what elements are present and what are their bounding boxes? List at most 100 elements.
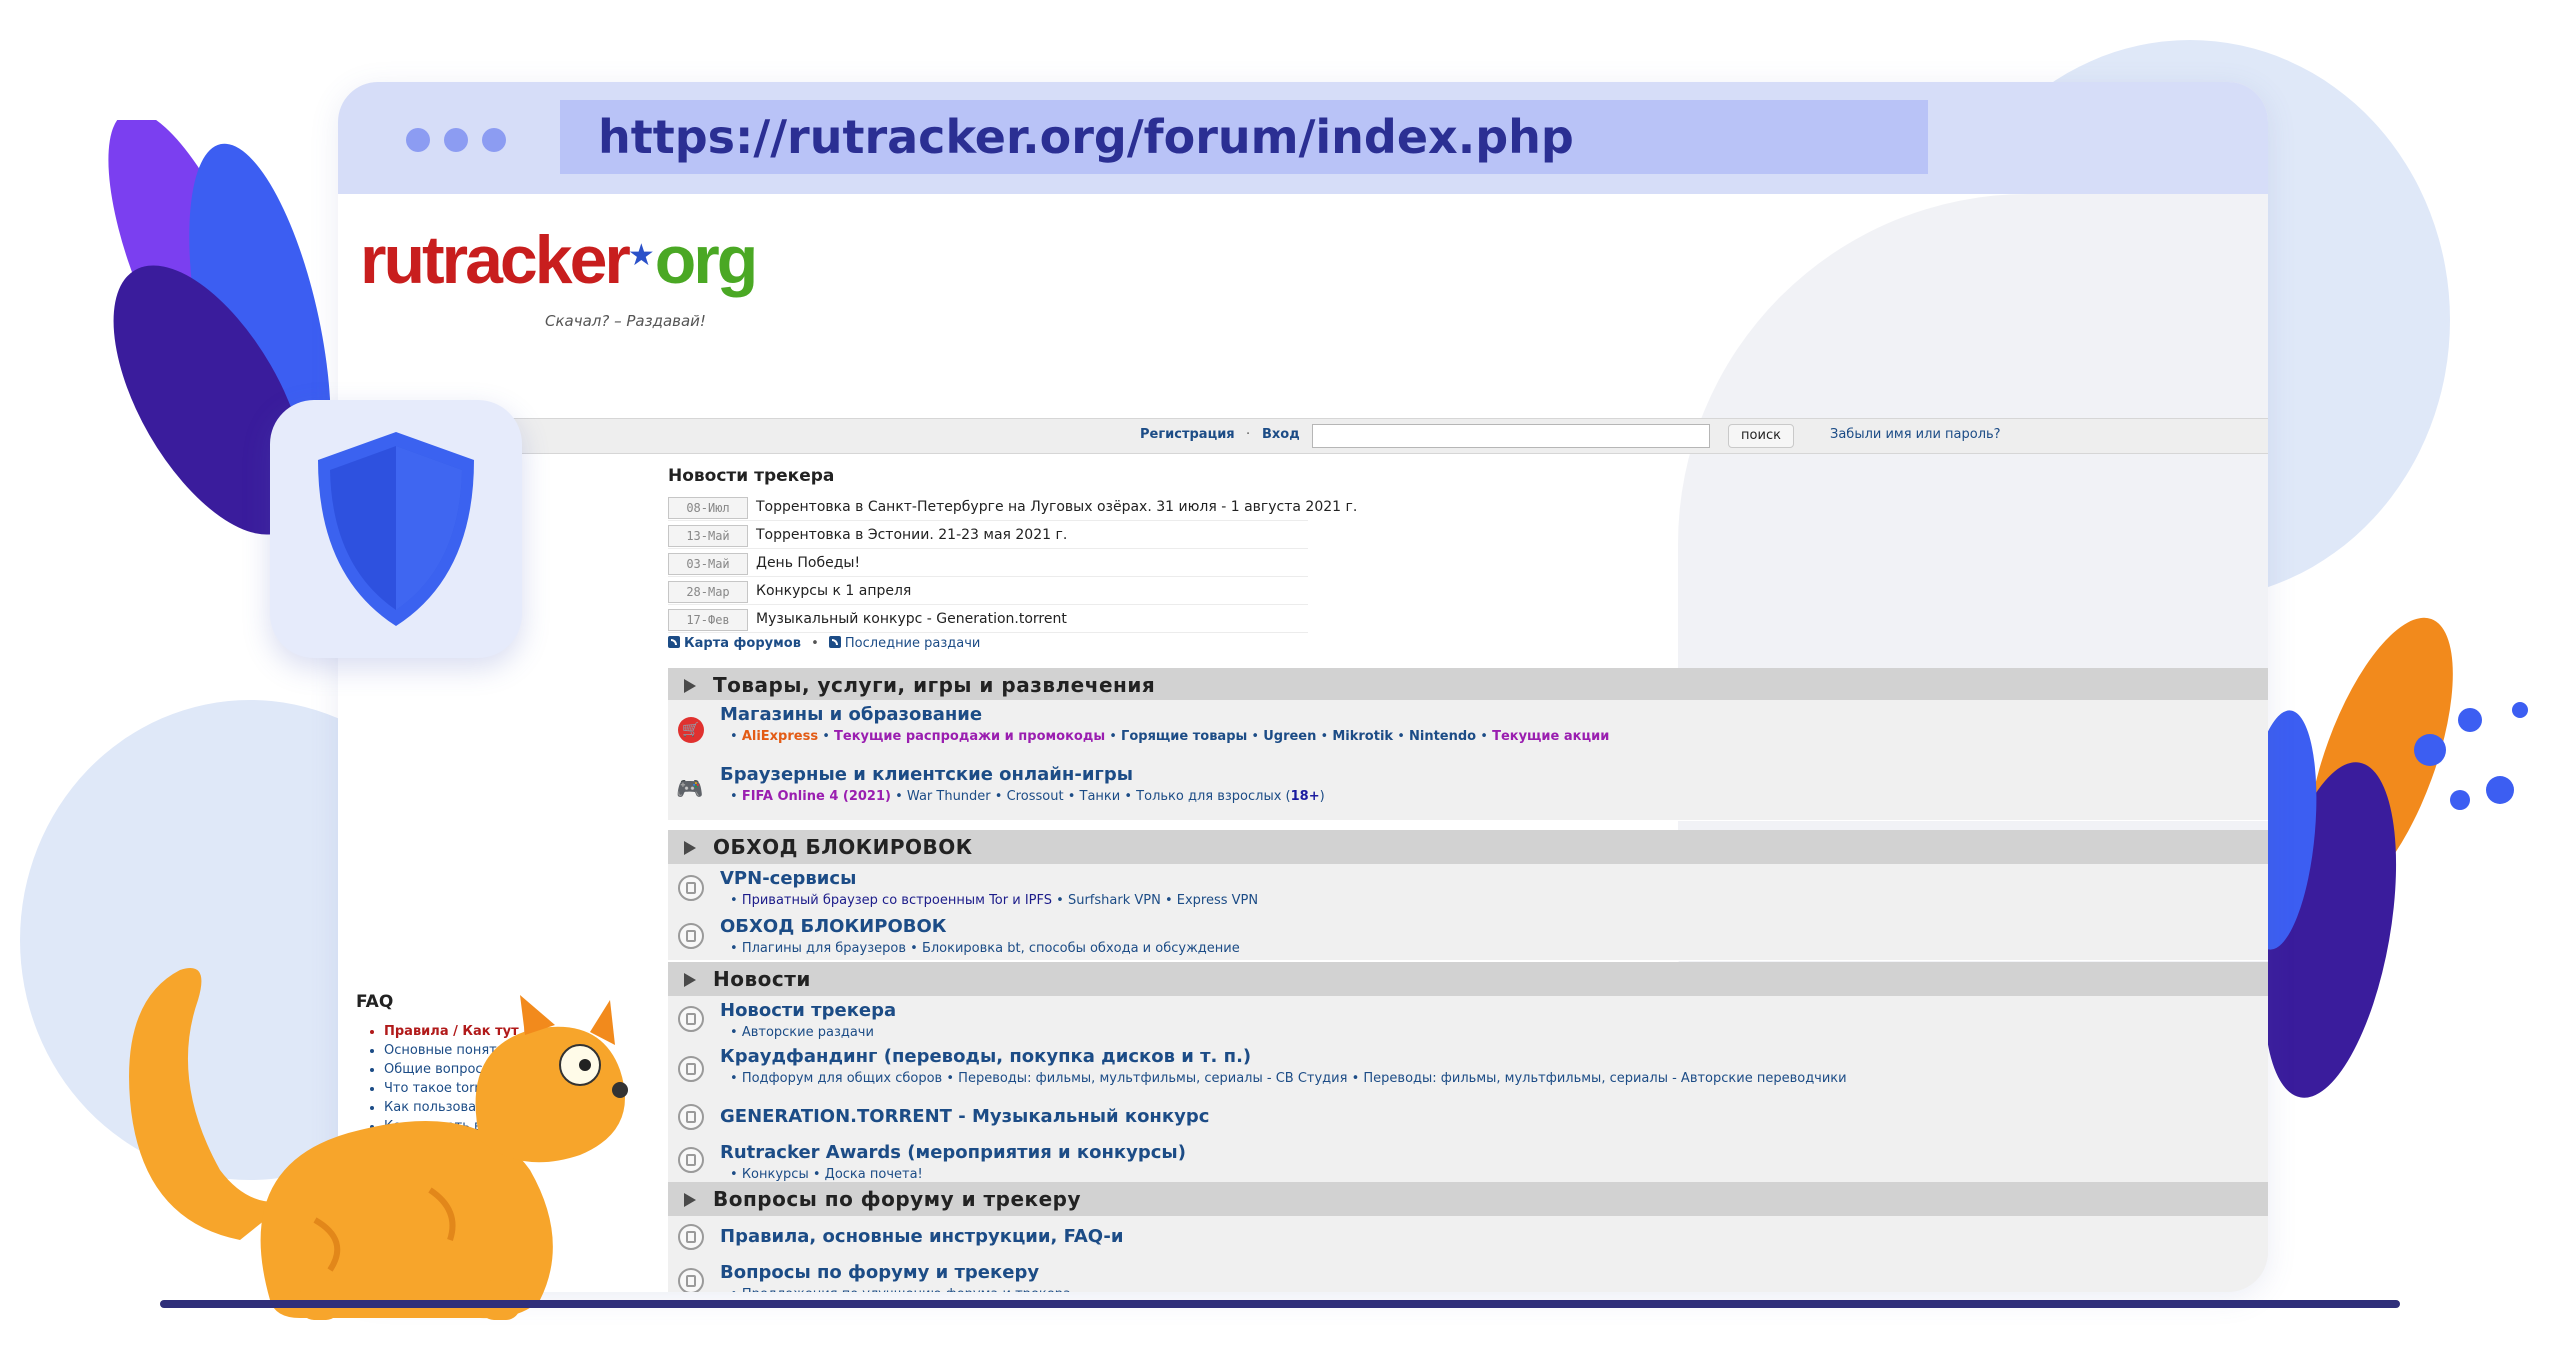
bullet-separator: • bbox=[1056, 893, 1068, 908]
star-icon: ★ bbox=[627, 238, 655, 273]
bullet-separator: • bbox=[730, 1071, 742, 1086]
subforum-link[interactable]: Express VPN bbox=[1177, 893, 1258, 908]
forum-title-link[interactable]: Вопросы по форуму и трекеру bbox=[720, 1262, 1039, 1284]
forum-icon bbox=[678, 1006, 704, 1032]
bullet-separator: • bbox=[994, 789, 1007, 804]
forum-map-link[interactable]: Карта форумов bbox=[684, 636, 801, 651]
subforum-link[interactable]: Mikrotik bbox=[1332, 729, 1393, 744]
triangle-right-icon bbox=[684, 1193, 696, 1207]
subforum-link[interactable]: Блокировка bt, способы обхода и обсужден… bbox=[922, 941, 1240, 956]
decorative-leaves-right bbox=[2243, 617, 2528, 1098]
forum-row: Правила, основные инструкции, FAQ-и bbox=[668, 1216, 2268, 1259]
forum-title-link[interactable]: ОБХОД БЛОКИРОВОК bbox=[720, 916, 946, 938]
forum-title-link[interactable]: Краудфандинг (переводы, покупка дисков и… bbox=[720, 1046, 1251, 1068]
subforum-link[interactable]: Текущие распродажи и промокоды bbox=[834, 729, 1105, 744]
subforum-link[interactable]: Плагины для браузеров bbox=[742, 941, 906, 956]
news-link[interactable]: Торрентовка в Санкт-Петербурге на Луговы… bbox=[756, 497, 1357, 517]
latest-releases-link[interactable]: Последние раздачи bbox=[845, 636, 980, 651]
window-dot-icon bbox=[444, 128, 468, 152]
login-link[interactable]: Вход bbox=[1262, 427, 1300, 442]
forum-title-link[interactable]: Правила, основные инструкции, FAQ-и bbox=[720, 1226, 1124, 1248]
bullet-separator: • bbox=[910, 941, 922, 956]
subforum-link[interactable]: Приватный браузер со встроенным Tor и IP… bbox=[742, 893, 1052, 908]
bullet-separator: • bbox=[822, 729, 835, 744]
news-date: 08-Июл bbox=[668, 497, 748, 519]
news-link[interactable]: Торрентовка в Эстонии. 21-23 мая 2021 г. bbox=[756, 525, 1067, 545]
forum-row: 🛒 Магазины и образование • AliExpress • Те… bbox=[668, 700, 2268, 761]
subforum-link[interactable]: FIFA Online 4 (2021) bbox=[742, 789, 891, 804]
forum-row: VPN-сервисы • Приватный браузер со встрое… bbox=[668, 864, 2268, 913]
gamepad-icon: 🎮 bbox=[676, 777, 704, 802]
forum-row: 🎮 Браузерные и клиентские онлайн-игры • FI… bbox=[668, 760, 2268, 821]
search-button[interactable]: поиск bbox=[1728, 424, 1794, 448]
subforum-link[interactable]: Crossout bbox=[1007, 789, 1064, 804]
subforum-link[interactable]: AliExpress bbox=[742, 729, 818, 744]
category-title: Новости bbox=[713, 967, 811, 991]
login-input[interactable] bbox=[1312, 424, 1710, 448]
bullet-separator: • bbox=[730, 1167, 742, 1182]
bullet-separator: • bbox=[895, 789, 907, 804]
subforum-list: • AliExpress • Текущие распродажи и пром… bbox=[730, 728, 1609, 746]
subforum-link[interactable]: Танки bbox=[1080, 789, 1121, 804]
subforum-list: • Приватный браузер со встроенным Tor и … bbox=[730, 892, 1258, 910]
news-link[interactable]: День Победы! bbox=[756, 553, 860, 573]
forum-title-link[interactable]: VPN-сервисы bbox=[720, 868, 856, 890]
category-header[interactable]: Новости bbox=[668, 962, 2268, 996]
subforum-link[interactable]: Surfshark VPN bbox=[1068, 893, 1161, 908]
forum-icon bbox=[678, 875, 704, 901]
subforum-link[interactable]: Подфорум для общих сборов bbox=[742, 1071, 942, 1086]
subforum-link[interactable]: Nintendo bbox=[1409, 729, 1476, 744]
subforum-list: • Авторские раздачи bbox=[730, 1024, 874, 1042]
category-header[interactable]: Товары, услуги, игры и развлечения bbox=[668, 668, 2268, 702]
register-link[interactable]: Регистрация bbox=[1140, 427, 1235, 442]
forum-title-link[interactable]: GENERATION.TORRENT - Музыкальный конкурс bbox=[720, 1106, 1209, 1128]
forum-title-link[interactable]: Rutracker Awards (мероприятия и конкурсы… bbox=[720, 1142, 1186, 1164]
bullet-separator: • bbox=[946, 1071, 959, 1086]
subforum-link[interactable]: Текущие акции bbox=[1492, 729, 1609, 744]
cat-illustration bbox=[129, 968, 628, 1320]
forum-title-link[interactable]: Новости трекера bbox=[720, 1000, 896, 1022]
news-link[interactable]: Конкурсы к 1 апреля bbox=[756, 581, 911, 601]
forum-row: Новости трекера • Авторские раздачи bbox=[668, 996, 2268, 1043]
subforum-link[interactable]: Конкурсы bbox=[742, 1167, 809, 1182]
forum-title-link[interactable]: Браузерные и клиентские онлайн-игры bbox=[720, 764, 1133, 786]
address-bar[interactable]: https://rutracker.org/forum/index.php bbox=[560, 100, 1928, 174]
subforum-list: • Подфорум для общих сборов • Переводы: … bbox=[730, 1070, 1847, 1088]
news-date: 13-Май bbox=[668, 525, 748, 547]
bullet-separator: • bbox=[730, 789, 742, 804]
forum-row: ОБХОД БЛОКИРОВОК • Плагины для браузеров … bbox=[668, 912, 2268, 961]
subforum-link[interactable]: Авторские раздачи bbox=[742, 1025, 874, 1040]
subforum-link[interactable]: Только для взрослых (18+) bbox=[1136, 789, 1325, 804]
triangle-right-icon bbox=[684, 841, 696, 855]
subforum-link[interactable]: Переводы: фильмы, мультфильмы, сериалы -… bbox=[958, 1071, 1347, 1086]
subforum-list: • Плагины для браузеров • Блокировка bt,… bbox=[730, 940, 1240, 958]
subforum-link[interactable]: War Thunder bbox=[907, 789, 991, 804]
news-item: 08-Июл Торрентовка в Санкт-Петербурге на … bbox=[668, 494, 1357, 521]
subforum-link[interactable]: Горящие товары bbox=[1121, 729, 1247, 744]
url-text: https://rutracker.org/forum/index.php bbox=[598, 110, 1574, 164]
news-link[interactable]: Музыкальный конкурс - Generation.torrent bbox=[756, 609, 1067, 629]
bullet-separator: • bbox=[730, 729, 742, 744]
forum-title-link[interactable]: Магазины и образование bbox=[720, 704, 982, 726]
rss-icon bbox=[828, 636, 841, 648]
subforum-link[interactable]: Ugreen bbox=[1263, 729, 1316, 744]
site-logo[interactable]: rutracker★org Скачал? – Раздавай! bbox=[360, 224, 758, 330]
news-heading: Новости трекера bbox=[668, 466, 835, 486]
category-title: Вопросы по форуму и трекеру bbox=[713, 1187, 1082, 1211]
subforum-list: • FIFA Online 4 (2021) • War Thunder • C… bbox=[730, 788, 1325, 806]
bullet-separator: • bbox=[1067, 789, 1080, 804]
logo-slogan: Скачал? – Раздавай! bbox=[545, 312, 706, 330]
category-header[interactable]: ОБХОД БЛОКИРОВОК bbox=[668, 830, 2268, 864]
subforum-link[interactable]: Предложения по улучшению форума и трекер… bbox=[742, 1287, 1071, 1292]
forum-icon bbox=[678, 1224, 704, 1250]
category-header[interactable]: Вопросы по форуму и трекеру bbox=[668, 1182, 2268, 1216]
forgot-password-link[interactable]: Забыли имя или пароль? bbox=[1830, 427, 2001, 442]
triangle-right-icon bbox=[684, 973, 696, 987]
links-separator: • bbox=[811, 636, 819, 651]
subforum-list: • Предложения по улучшению форума и трек… bbox=[730, 1286, 1071, 1292]
bullet-separator: • bbox=[730, 1025, 742, 1040]
subforum-link[interactable]: Доска почета! bbox=[825, 1167, 923, 1182]
subforum-link[interactable]: Переводы: фильмы, мультфильмы, сериалы -… bbox=[1363, 1071, 1846, 1086]
category-title: Товары, услуги, игры и развлечения bbox=[713, 673, 1156, 697]
news-date: 03-Май bbox=[668, 553, 748, 575]
